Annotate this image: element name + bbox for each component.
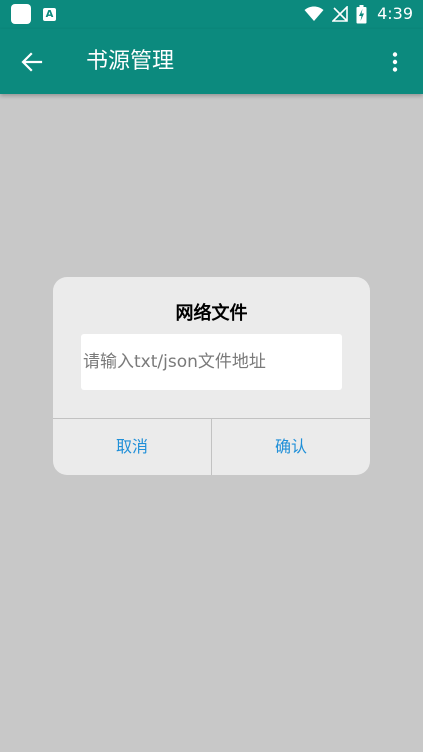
status-right-icons: 4:39 (304, 3, 413, 25)
no-signal-icon (332, 6, 348, 22)
status-left-icons: A (11, 4, 56, 24)
dialog-title: 网络文件 (175, 303, 248, 324)
battery-charging-icon (356, 4, 367, 23)
network-file-dialog: 网络文件 取消 确认 (53, 277, 370, 475)
status-time: 4:39 (377, 4, 413, 23)
more-vert-icon (392, 52, 398, 72)
wifi-icon (304, 6, 324, 21)
a-notification-icon: A (43, 7, 56, 21)
notification-square-icon (11, 4, 31, 24)
page-title: 书源管理 (86, 49, 175, 74)
back-button[interactable] (14, 45, 50, 79)
status-bar: A 4:39 (0, 0, 423, 29)
more-options-button[interactable] (383, 45, 407, 79)
a-notification-glyph: A (45, 8, 54, 20)
app-bar: 书源管理 (0, 29, 423, 94)
cancel-button[interactable]: 取消 (53, 419, 211, 475)
confirm-button[interactable]: 确认 (212, 419, 370, 475)
file-url-input[interactable] (81, 334, 342, 390)
arrow-back-icon (21, 52, 43, 72)
